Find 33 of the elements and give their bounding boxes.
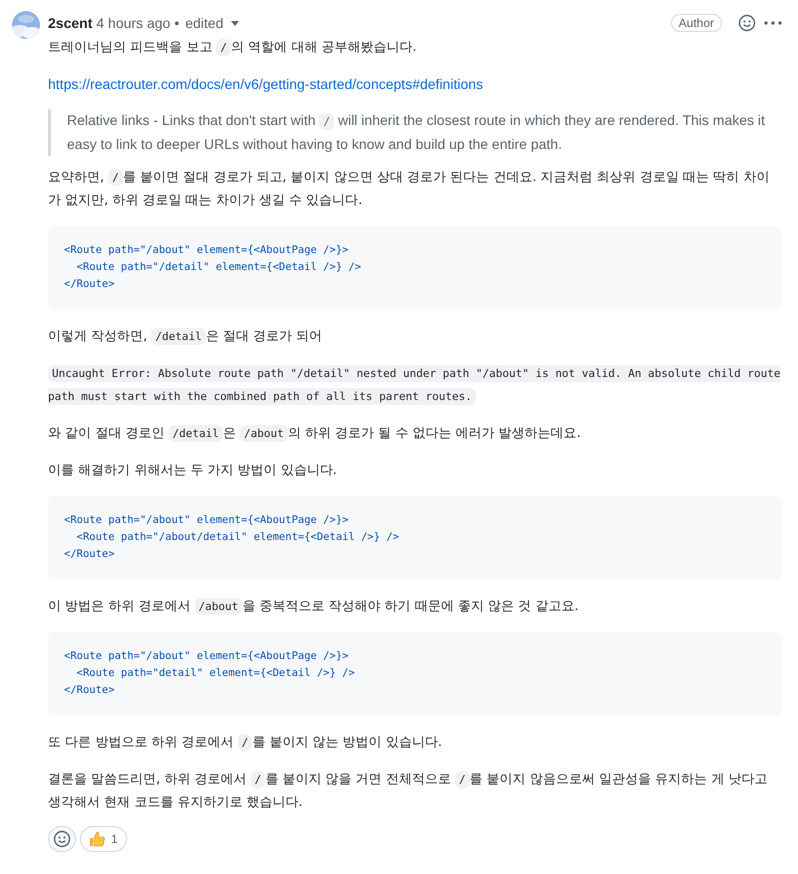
author-badge: Author (670, 14, 722, 32)
code-line: </Route> (64, 547, 116, 562)
link[interactable]: https://reactrouter.com/docs/en/v6/getting-started/concepts#definitions (48, 76, 484, 92)
paragraph: Uncaught Error: Absolute route path "/detail" nested under path "/about" is not valid. An absolute child route path must start with the combined path of all its parent routes. (48, 364, 782, 407)
timestamp[interactable]: 4 hours ago (96, 15, 170, 31)
paragraph: 결론을 말씀드리면, 하위 경로에서 / 를 붙이지 않을 거면 전체적으로 / 를 붙이지 않음으로써 일관성을 유지하는 게 낫다고 생각해서 현재 코드를 유지하기로 했습니다. (48, 770, 768, 812)
thumbs-up-icon (89, 831, 105, 847)
separator-dot: • (174, 15, 180, 31)
code-line: <Route path="/about" element={<AboutPage />}> (64, 649, 350, 664)
paragraph: 이렇게 작성하면, /detail 은 절대 경로가 되어 (48, 327, 324, 347)
add-reaction-button[interactable] (48, 826, 76, 852)
smiley-icon[interactable] (738, 14, 756, 32)
code-line: <Route path="/about/detail" element={<Detail />} /> (76, 530, 400, 545)
edited-dropdown[interactable]: edited (183, 15, 240, 31)
avatar (12, 11, 40, 39)
paragraph: 이를 해결하기 위해서는 두 가지 방법이 있습니다. (48, 462, 338, 480)
code-line: <Route path="/about" element={<AboutPage />}> (64, 243, 350, 258)
code-line: </Route> (64, 683, 116, 698)
caret-icon (231, 20, 240, 26)
more-options-icon[interactable] (764, 21, 782, 25)
reaction-button[interactable]: 1 (80, 826, 127, 852)
paragraph: 트레이너님의 피드백을 보고 / 의 역할에 대해 공부해봤습니다. (48, 38, 418, 58)
paragraph: 요약하면, / 를 붙이면 절대 경로가 되고, 붙이지 않으면 상대 경로가 된다는 건데요. 지금처럼 최상위 경로일 때는 딱히 차이가 없지만, 하위 경로일 때는 차이가 생길 수 있습니다. (48, 168, 770, 210)
blockquote: Relative links - Links that don't start with / will inherit the closest route in which they are rendered. This makes it easy to link to deeper URLs without having to know and build up the entire path. (48, 109, 782, 156)
paragraph: 이 방법은 하위 경로에서 /about 을 중복적으로 작성해야 하기 때문에 좋지 않은 것 같고요. (48, 597, 580, 617)
code-line: <Route path="detail" element={<Detail />} /> (76, 666, 356, 681)
paragraph: 와 같이 절대 경로인 /detail 은 /about 의 하위 경로가 될 수 없다는 에러가 발생하는데요. (48, 424, 582, 444)
author-name[interactable]: 2scent (48, 15, 92, 31)
code-line: <Route path="/about" element={<AboutPage />}> (64, 513, 350, 528)
code-line: <Route path="/detail" element={<Detail />} /> (76, 260, 362, 275)
code-line: </Route> (64, 277, 116, 292)
smiley-icon (53, 830, 71, 848)
paragraph: 또 다른 방법으로 하위 경로에서 / 를 붙이지 않는 방법이 있습니다. (48, 733, 443, 753)
